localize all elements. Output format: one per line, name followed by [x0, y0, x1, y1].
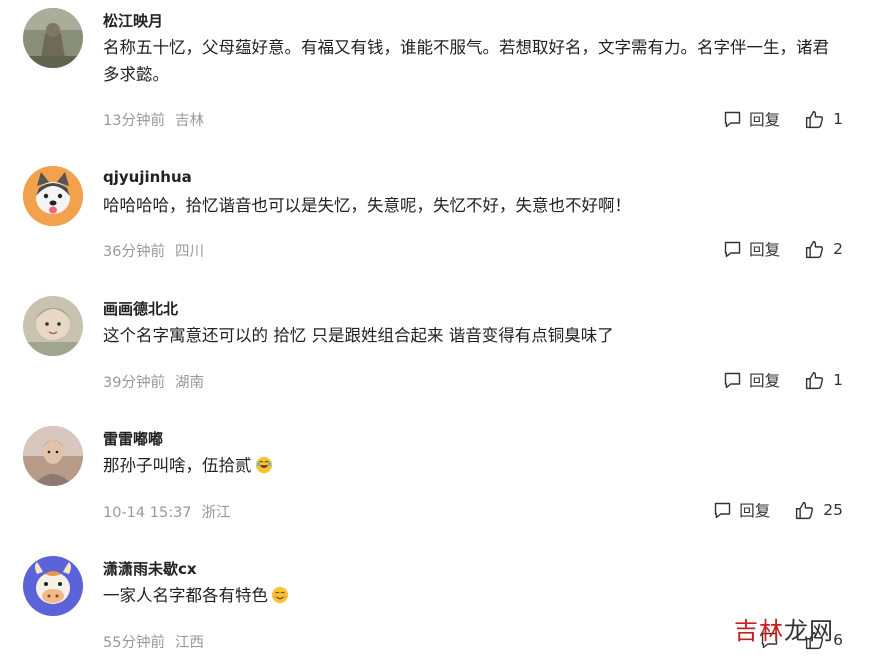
username[interactable]: 松江映月	[103, 10, 163, 31]
husky-dog-avatar-icon	[23, 166, 83, 226]
reply-label: 回复	[739, 502, 771, 520]
comment-actions: 回复 2	[722, 237, 843, 261]
comment-time: 55分钟前	[103, 635, 165, 651]
username[interactable]: 潇潇雨未歇cx	[103, 558, 197, 579]
comment-location: 四川	[174, 244, 204, 260]
laughing-emoji-icon	[255, 456, 272, 474]
comment-location: 江西	[174, 635, 204, 651]
reply-icon	[724, 111, 741, 127]
man-portrait-avatar-icon	[23, 426, 83, 486]
comment-location: 浙江	[201, 505, 231, 521]
comment-meta: 13分钟前 吉林	[103, 109, 204, 130]
comment-location: 湖南	[174, 375, 204, 391]
comment-time: 36分钟前	[103, 244, 165, 260]
reply-button[interactable]: 回复	[722, 108, 780, 130]
reply-button[interactable]: 回复	[722, 238, 780, 260]
thumbs-up-icon	[806, 371, 824, 389]
like-button[interactable]: 2	[804, 239, 843, 260]
comment-actions: 回复 1	[722, 368, 843, 392]
comment-meta: 10-14 15:37 浙江	[103, 501, 231, 522]
comment-text-content: 一家人名字都各有特色	[103, 586, 268, 605]
comment-time: 10-14 15:37	[103, 505, 192, 521]
thumbs-up-icon	[806, 240, 824, 258]
comment-meta: 39分钟前 湖南	[103, 371, 204, 392]
comment-actions: 回复 25	[712, 498, 843, 522]
comment-time: 13分钟前	[103, 113, 165, 129]
like-count: 1	[833, 371, 843, 389]
avatar[interactable]	[23, 556, 83, 616]
comment-meta: 55分钟前 江西	[103, 631, 204, 652]
username[interactable]: 画画德北北	[103, 298, 178, 319]
like-count: 25	[823, 501, 843, 519]
comment-text: 这个名字寓意还可以的 拾忆 只是跟姓组合起来 谐音变得有点铜臭味了	[103, 326, 614, 345]
site-watermark: 吉林龙网	[734, 611, 834, 646]
username[interactable]: qjyujinhua	[103, 168, 192, 186]
comment-location: 吉林	[174, 113, 204, 129]
like-button[interactable]: 25	[794, 500, 843, 521]
comment-actions: 回复 1	[722, 107, 843, 131]
username[interactable]: 雷雷嘟嘟	[103, 428, 163, 449]
watermark-part2: 龙网	[784, 617, 834, 645]
reply-button[interactable]: 回复	[712, 499, 770, 521]
reply-button[interactable]: 回复	[722, 369, 780, 391]
comment-text: 名称五十忆，父母蕴好意。有福又有钱，谁能不服气。若想取好名，文字需有力。名字伴一…	[103, 38, 829, 84]
avatar[interactable]	[23, 296, 83, 356]
comment-time: 39分钟前	[103, 375, 165, 391]
cow-cartoon-avatar-icon	[23, 556, 83, 616]
baby-photo-avatar-icon	[23, 296, 83, 356]
comment-meta: 36分钟前 四川	[103, 240, 204, 261]
smiling-emoji-icon	[271, 586, 289, 604]
reply-icon	[715, 502, 731, 518]
like-count: 1	[833, 110, 843, 128]
like-count: 2	[833, 240, 843, 258]
like-button[interactable]: 1	[804, 109, 843, 130]
reply-icon	[724, 372, 741, 388]
avatar[interactable]	[23, 426, 83, 486]
reply-label: 回复	[749, 111, 781, 129]
avatar[interactable]	[23, 8, 83, 68]
comment-text-content: 那孙子叫啥，伍拾贰	[103, 456, 252, 475]
avatar[interactable]	[23, 166, 83, 226]
reply-label: 回复	[749, 372, 781, 390]
watermark-part1: 吉林	[734, 617, 784, 645]
comment-text: 一家人名字都各有特色	[103, 582, 843, 609]
comment-text: 哈哈哈哈，拾忆谐音也可以是失忆，失意呢，失忆不好，失意也不好啊！	[103, 196, 631, 215]
stone-sculpture-avatar-icon	[23, 8, 83, 68]
thumbs-up-icon	[806, 110, 824, 128]
thumbs-up-icon	[796, 501, 814, 519]
like-button[interactable]: 1	[804, 370, 843, 391]
like-count: 6	[833, 631, 843, 649]
comment-text: 那孙子叫啥，伍拾贰	[103, 452, 843, 479]
reply-label: 回复	[749, 241, 781, 259]
reply-icon	[724, 241, 741, 257]
